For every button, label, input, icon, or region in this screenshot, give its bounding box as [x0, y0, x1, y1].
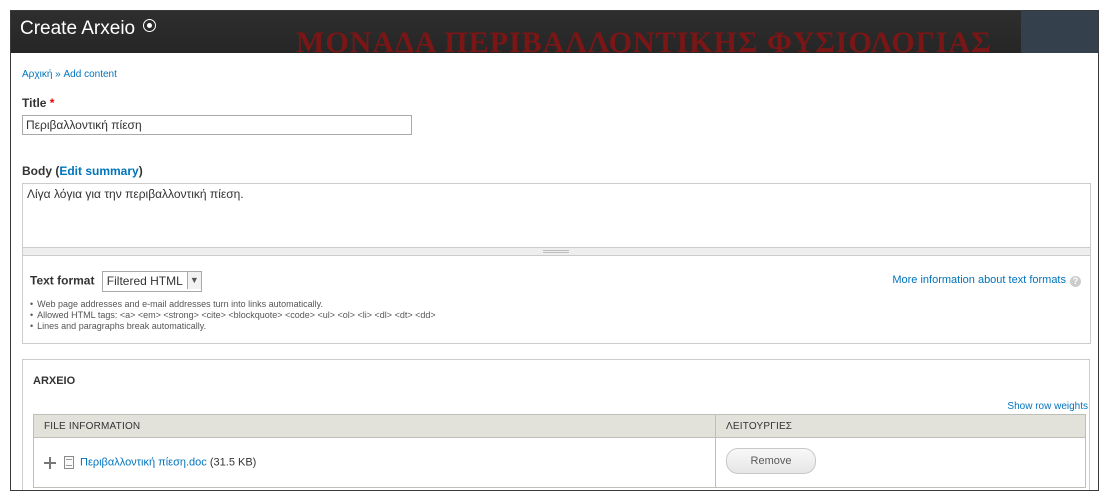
show-row-weights-link[interactable]: Show row weights [1007, 401, 1088, 412]
format-more-info-link[interactable]: More information about text formats [892, 274, 1066, 286]
node-form: Αρχική » Add content Title * Body (Edit … [22, 53, 1091, 490]
text-format-panel: Text format Filtered HTML ▼ More informat… [22, 256, 1091, 344]
file-fieldset: ARXEIO Show row weights FILE INFORMATION… [22, 359, 1090, 490]
remove-button[interactable]: Remove [726, 447, 816, 474]
text-format-selected-value: Filtered HTML [106, 274, 183, 288]
file-table-header-row: FILE INFORMATION ΛΕΙΤΟΥΡΓΙΕΣ [33, 414, 1086, 438]
body-label: Body (Edit summary) [22, 164, 143, 178]
file-size: (31.5 KB) [209, 456, 257, 469]
background-site-banner: ΜΟΝΑΔΑ ΠΕΡΙΒΑΛΛΟΝΤΙΚΗΣ ΦΥΣΙΟΛΟΓΙΑΣ [296, 26, 992, 53]
body-label-text: Body [22, 164, 52, 178]
edit-summary-link[interactable]: Edit summary [59, 164, 138, 178]
file-operations-cell: Remove [715, 437, 1086, 488]
overlay-title: Create Arxeio [20, 18, 157, 40]
required-marker: * [49, 96, 55, 110]
overlay-title-text: Create Arxeio [20, 18, 136, 39]
column-header-operations: ΛΕΙΤΟΥΡΓΙΕΣ [715, 414, 1086, 438]
titlebar-right-panel [1021, 11, 1098, 53]
format-tip: Lines and paragraphs break automatically… [30, 321, 436, 332]
text-format-label: Text format [30, 273, 95, 288]
textarea-resize-handle[interactable] [22, 247, 1091, 256]
file-name-link[interactable]: Περιβαλλοντική πίεση.doc [80, 457, 207, 469]
text-format-row: Text format Filtered HTML ▼ [30, 271, 202, 292]
file-info-cell: Περιβαλλοντική πίεση.doc (31.5 KB) [33, 437, 716, 488]
format-tip: Allowed HTML tags: <a> <em> <strong> <ci… [30, 310, 435, 321]
overlay-titlebar: ΜΟΝΑΔΑ ΠΕΡΙΒΑΛΛΟΝΤΙΚΗΣ ΦΥΣΙΟΛΟΓΙΑΣ Creat… [11, 11, 1098, 53]
title-input[interactable] [22, 115, 412, 135]
body-label-close-paren: ) [138, 164, 143, 178]
plus-circle-icon[interactable] [143, 19, 157, 32]
breadcrumb-separator: » [52, 69, 64, 80]
overlay-window: ΜΟΝΑΔΑ ΠΕΡΙΒΑΛΛΟΝΤΙΚΗΣ ΦΥΣΙΟΛΟΓΙΑΣ Creat… [10, 10, 1099, 491]
table-row: Περιβαλλοντική πίεση.doc (31.5 KB) Remov… [33, 437, 1086, 488]
document-icon [64, 456, 74, 469]
help-icon[interactable]: ? [1070, 276, 1081, 287]
file-table: FILE INFORMATION ΛΕΙΤΟΥΡΓΙΕΣ Περιβαλλοντ… [33, 414, 1086, 488]
drag-handle-icon[interactable] [44, 456, 56, 469]
format-more-info: More information about text formats? [892, 274, 1081, 287]
body-textarea[interactable]: Λίγα λόγια για την περιβαλλοντική πίεση. [22, 183, 1091, 248]
column-header-file-information: FILE INFORMATION [33, 414, 716, 438]
breadcrumb: Αρχική » Add content [22, 69, 117, 80]
chevron-down-icon[interactable]: ▼ [186, 272, 201, 289]
format-tip: Web page addresses and e-mail addresses … [30, 299, 436, 310]
title-label-text: Title [22, 96, 47, 110]
breadcrumb-add-content-link[interactable]: Add content [64, 69, 117, 80]
file-fieldset-legend: ARXEIO [33, 375, 76, 387]
text-format-select[interactable]: Filtered HTML ▼ [101, 271, 202, 292]
format-tips-list: Web page addresses and e-mail addresses … [30, 299, 436, 332]
title-label: Title * [22, 96, 54, 110]
breadcrumb-home-link[interactable]: Αρχική [22, 69, 52, 80]
